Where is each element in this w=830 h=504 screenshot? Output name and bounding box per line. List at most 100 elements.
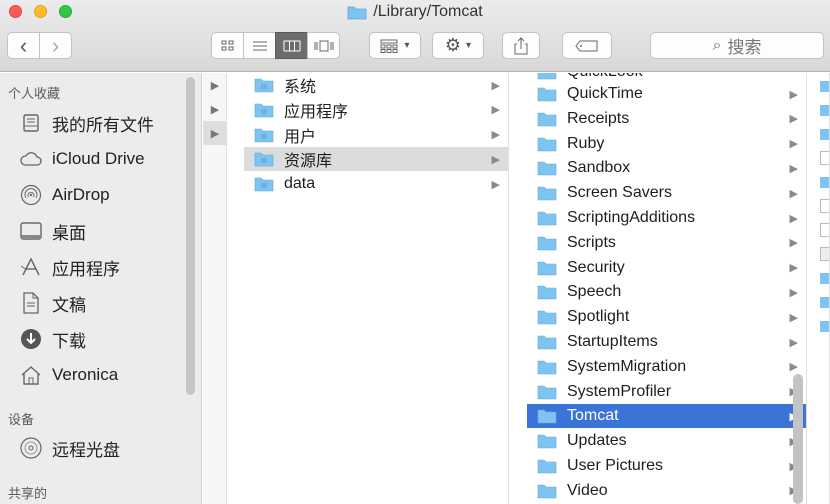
forward-button[interactable]: › [39,32,72,59]
folder-row[interactable]: User Pictures▶ [527,454,806,478]
folder-row[interactable]: Spotlight ▶ [527,305,806,329]
folder-icon [537,335,557,350]
folder-row[interactable]: Updates▶ [527,429,806,453]
root-row-selected[interactable]: ▶ [203,121,226,145]
sidebar-item-applications[interactable]: 应用程序 [20,252,120,282]
folder-row[interactable]: Security ▶ [527,256,806,280]
share-button[interactable] [502,32,540,59]
folder-name: 应用程序 [284,103,349,121]
sidebar-item-desktop[interactable]: 桌面 [20,216,86,246]
root-row[interactable]: ▶ [203,73,226,97]
folder-row[interactable]: ScriptingAdditions ▶ [527,206,806,230]
folder-row[interactable]: data ▶ [244,172,508,196]
folder-name: User Pictures [567,457,664,474]
chevron-right-icon: ▶ [789,162,798,175]
sidebar-header-favorites: 个人收藏 [8,86,61,101]
disc-icon [20,437,42,459]
browser-column-tomcat [808,73,830,504]
folder-row[interactable]: Receipts ▶ [527,107,806,131]
column-view-button[interactable] [275,32,308,59]
folder-row[interactable]: Ruby ▶ [527,132,806,156]
folder-name: Sandbox [567,159,631,177]
system-folder-icon [254,128,274,142]
folder-row[interactable]: 系统 ▶ [244,73,508,97]
sidebar-item-label: 文稿 [52,295,86,315]
folder-name: Video [567,481,608,499]
window-title-text: /Library/Tomcat [373,3,483,20]
folder-name: Spotlight [567,308,630,326]
system-folder-icon [254,153,274,167]
system-folder-icon [254,103,274,118]
sidebar-header-shared: 共享的 [8,486,48,501]
chevron-right-icon: ▶ [789,262,798,275]
sidebar-header-devices: 设备 [8,412,35,427]
downloads-icon [20,328,42,350]
folder-name: Scripts [567,233,616,251]
chevron-right-icon: ▶ [210,79,220,92]
sidebar-item-remote-disc[interactable]: 远程光盘 [20,433,120,463]
folder-row-selected[interactable]: Tomcat▶ [527,404,806,429]
chevron-right-icon: › [51,32,60,58]
folder-row-selected[interactable]: 资源库 ▶ [244,147,508,172]
file-icon [820,151,829,165]
column-scrollbar[interactable] [793,374,803,504]
sidebar-item-airdrop[interactable]: AirDrop [20,180,110,210]
chevron-right-icon: ▶ [491,153,500,166]
folder-row[interactable]: 应用程序 ▶ [244,98,508,122]
folder-name: Updates [567,432,627,450]
search-field[interactable]: ⌕ 搜索 [650,32,824,59]
sidebar-item-all-files[interactable]: 我的所有文件 [20,108,154,138]
chevron-right-icon: ▶ [491,129,500,142]
sidebar-item-downloads[interactable]: 下载 [20,324,86,354]
action-button[interactable]: ⚙ ▾ [432,32,484,59]
folder-row[interactable]: Video▶ [527,479,806,503]
chevron-down-icon: ▾ [404,40,410,51]
folder-name: SystemProfiler [567,382,672,400]
folder-name: Speech [567,283,622,301]
chevron-right-icon: ▶ [210,127,220,140]
sidebar-item-home[interactable]: Veronica [20,360,118,390]
back-button[interactable]: ‹ [7,32,40,59]
window-title: /Library/Tomcat [0,1,830,23]
documents-icon [20,292,42,314]
coverflow-view-icon [314,40,333,51]
folder-row[interactable]: SystemProfiler▶ [527,380,806,404]
coverflow-view-button[interactable] [307,32,340,59]
folder-name: Security [567,258,625,276]
sidebar-item-label: iCloud Drive [52,149,145,168]
folder-icon [537,310,557,325]
chevron-right-icon: ▶ [789,361,798,374]
folder-row[interactable]: 用户 ▶ [244,123,508,147]
folder-icon [820,129,829,140]
folder-name: QuickLook [567,73,806,81]
sidebar-item-label: AirDrop [52,185,110,204]
icon-view-button[interactable] [211,32,244,59]
chevron-right-icon: ▶ [491,104,500,117]
folder-name: data [284,175,316,193]
folder-icon [820,297,829,308]
sidebar-item-label: 应用程序 [52,259,120,279]
sidebar-item-label: 桌面 [52,223,86,243]
sidebar-scrollbar[interactable] [186,77,195,395]
view-mode-control [211,32,340,59]
folder-row[interactable]: SystemMigration ▶ [527,355,806,379]
folder-row[interactable]: StartupItems ▶ [527,330,806,354]
root-row[interactable]: ▶ [203,97,226,121]
folder-row[interactable]: QuickTime ▶ [527,82,806,106]
browser-column-macintosh-hd: 系统 ▶ 应用程序 ▶ 用户 ▶ 资源库 ▶ data ▶ [244,73,509,504]
folder-row[interactable]: Scripts ▶ [527,231,806,255]
tag-button[interactable] [562,32,612,59]
search-placeholder: 搜索 [727,38,762,57]
arrange-button[interactable]: ▾ [369,32,421,59]
home-icon [20,364,42,386]
sidebar-item-documents[interactable]: 文稿 [20,288,86,318]
file-icon [820,247,829,261]
sidebar-item-icloud[interactable]: iCloud Drive [20,144,145,174]
chevron-right-icon: ▶ [210,103,220,116]
airdrop-icon [20,184,42,206]
list-view-button[interactable] [243,32,276,59]
folder-row[interactable]: Screen Savers ▶ [527,181,806,205]
folder-row[interactable]: Sandbox ▶ [527,156,806,180]
system-folder-icon [254,177,274,192]
folder-row[interactable]: Speech ▶ [527,280,806,304]
